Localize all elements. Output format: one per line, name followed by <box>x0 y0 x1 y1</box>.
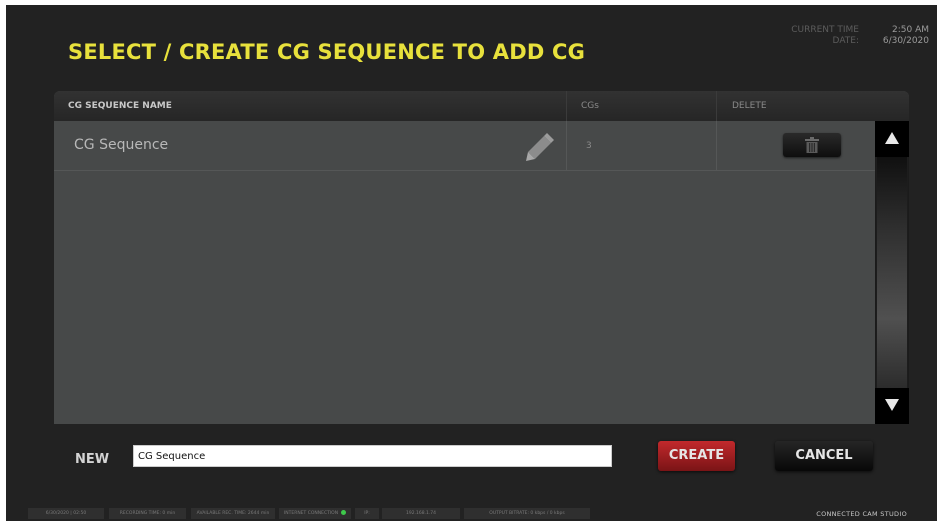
internet-connection-label: INTERNET CONNECTION <box>283 511 339 516</box>
current-time-value: 2:50 AM <box>892 25 929 35</box>
sequence-name[interactable]: CG Sequence <box>74 137 168 153</box>
sequence-cg-count: 3 <box>586 141 592 151</box>
table-header: CG SEQUENCE NAME CGs DELETE <box>54 91 909 121</box>
current-time-label: CURRENT TIME <box>791 25 859 35</box>
column-divider <box>716 91 717 121</box>
date-value: 6/30/2020 <box>882 36 929 46</box>
cg-sequence-table: CG SEQUENCE NAME CGs DELETE CG Sequence … <box>54 91 909 424</box>
scroll-up-button[interactable] <box>875 121 909 157</box>
status-output-bitrate: OUTPUT BITRATE: 0 kbps / 0 kbps <box>464 508 590 519</box>
cancel-button[interactable]: CANCEL <box>775 441 873 471</box>
pencil-icon[interactable] <box>524 133 554 163</box>
app-window: SELECT / CREATE CG SEQUENCE TO ADD CG CU… <box>6 5 937 521</box>
status-datetime: 6/30/2020 | 02:50 <box>28 508 104 519</box>
status-ip-value: 192.168.1.74 <box>382 508 460 519</box>
trash-icon <box>805 137 819 153</box>
column-header-count: CGs <box>581 101 599 111</box>
brand-label: CONNECTED CAM STUDIO <box>816 510 907 518</box>
table-row[interactable]: CG Sequence 3 <box>54 121 875 171</box>
column-header-name: CG SEQUENCE NAME <box>68 101 172 111</box>
cell-divider <box>716 121 717 171</box>
scrollbar[interactable] <box>875 121 909 424</box>
arrow-down-icon <box>885 399 899 411</box>
status-available-rec-time: AVAILABLE REC. TIME: 2644 min <box>191 508 275 519</box>
scroll-thumb[interactable] <box>877 157 907 388</box>
status-recording-time: RECORDING TIME: 0 min <box>109 508 186 519</box>
new-sequence-input[interactable] <box>133 445 612 467</box>
arrow-up-icon <box>885 132 899 144</box>
date-label: DATE: <box>832 36 859 46</box>
connection-status-dot <box>341 510 347 515</box>
page-title: SELECT / CREATE CG SEQUENCE TO ADD CG <box>68 40 586 64</box>
cell-divider <box>566 121 567 171</box>
status-ip-label: IP: <box>355 508 379 519</box>
clock-panel: CURRENT TIME 2:50 AM DATE: 6/30/2020 <box>791 25 929 47</box>
scroll-down-button[interactable] <box>875 388 909 424</box>
column-divider <box>566 91 567 121</box>
column-header-delete: DELETE <box>732 101 767 111</box>
status-internet-connection: INTERNET CONNECTION <box>279 508 351 519</box>
new-label: NEW <box>75 452 110 467</box>
create-button[interactable]: CREATE <box>658 441 735 471</box>
status-bar: 6/30/2020 | 02:50 RECORDING TIME: 0 min … <box>6 504 937 521</box>
delete-button[interactable] <box>783 133 841 157</box>
